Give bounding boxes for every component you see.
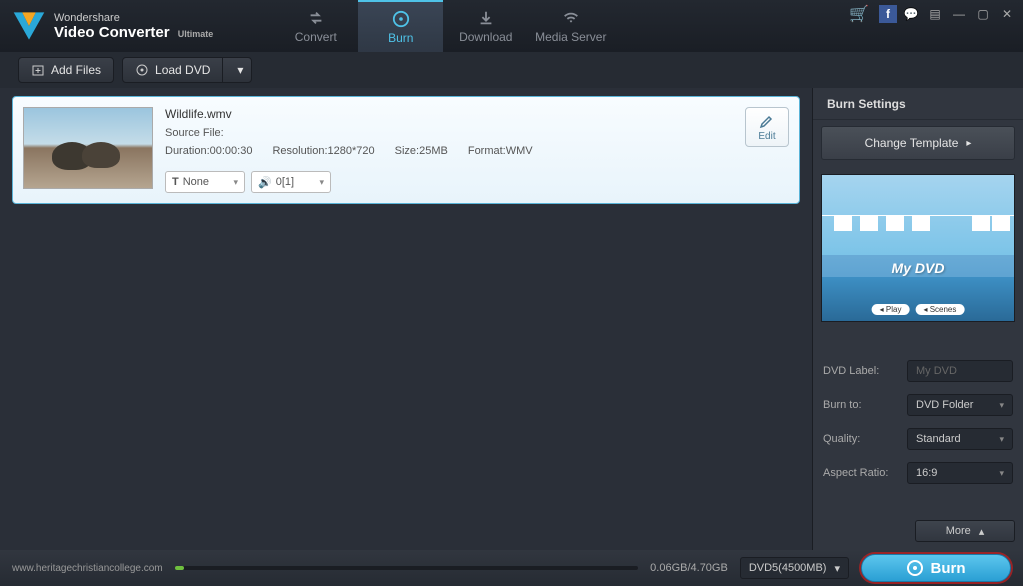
content-area: Wildlife.wmv Source File: Duration:00:00… xyxy=(0,88,1023,550)
load-dvd-dropdown[interactable]: ▾ xyxy=(229,58,251,82)
edit-icon xyxy=(759,113,775,129)
load-dvd-label: Load DVD xyxy=(155,63,210,77)
subtitle-value: None xyxy=(183,176,234,188)
edit-label: Edit xyxy=(758,131,775,142)
source-file-label: Source File: xyxy=(165,127,224,139)
aspect-ratio-label: Aspect Ratio: xyxy=(823,467,899,479)
tab-convert[interactable]: Convert xyxy=(273,0,358,52)
resolution-label: Resolution: xyxy=(272,145,327,157)
file-name: Wildlife.wmv xyxy=(165,107,733,121)
preview-play-label: ◂ Play xyxy=(872,304,910,315)
burn-to-select[interactable]: DVD Folder▾ xyxy=(907,394,1013,416)
brand-product: Video Converter xyxy=(54,24,170,41)
logo: Wondershare Video Converter Ultimate xyxy=(0,9,213,43)
quality-label: Quality: xyxy=(823,433,899,445)
window-controls: 🛒 f 💬 ▤ — ▢ ✕ xyxy=(849,4,1017,24)
dvd-label-label: DVD Label: xyxy=(823,365,899,377)
burn-icon xyxy=(392,10,410,28)
load-dvd-button[interactable]: Load DVD ▾ xyxy=(122,57,252,83)
file-info: Wildlife.wmv Source File: Duration:00:00… xyxy=(165,107,733,193)
load-dvd-icon xyxy=(135,63,149,77)
titlebar: Wondershare Video Converter Ultimate Con… xyxy=(0,0,1023,52)
tab-media-server[interactable]: Media Server xyxy=(528,0,613,52)
file-card[interactable]: Wildlife.wmv Source File: Duration:00:00… xyxy=(12,96,800,204)
burn-button[interactable]: Burn xyxy=(861,554,1011,582)
burn-to-label: Burn to: xyxy=(823,399,899,411)
subtitle-select[interactable]: T None ▾ xyxy=(165,171,245,193)
disc-usage-bar xyxy=(175,566,639,570)
add-files-label: Add Files xyxy=(51,63,101,77)
logo-icon xyxy=(12,9,46,43)
chevron-down-icon: ▾ xyxy=(319,177,324,188)
tab-convert-label: Convert xyxy=(295,30,337,44)
speaker-icon: 🔊 xyxy=(258,176,272,189)
size-value: 25MB xyxy=(419,145,448,157)
dvd-template-preview[interactable]: My DVD ◂ Play ◂ Scenes xyxy=(821,174,1015,322)
duration-label: Duration: xyxy=(165,145,210,157)
tab-media-server-label: Media Server xyxy=(535,30,606,44)
chevron-up-icon: ▴ xyxy=(979,525,985,538)
audio-select[interactable]: 🔊 0[1] ▾ xyxy=(251,171,331,193)
convert-icon xyxy=(307,9,325,27)
wifi-icon xyxy=(562,9,580,27)
main-tabs: Convert Burn Download Media Server xyxy=(273,0,613,52)
tab-burn[interactable]: Burn xyxy=(358,0,443,52)
burn-settings-header: Burn Settings xyxy=(813,88,1023,120)
facebook-icon[interactable]: f xyxy=(879,5,897,23)
side-panel: Burn Settings Change Template ▸ My DVD ◂… xyxy=(812,88,1023,550)
feedback-icon[interactable]: 💬 xyxy=(901,4,921,24)
close-button[interactable]: ✕ xyxy=(997,4,1017,24)
more-button[interactable]: More ▴ xyxy=(915,520,1015,542)
burn-button-label: Burn xyxy=(931,560,966,577)
chevron-down-icon: ▾ xyxy=(999,468,1004,479)
disc-icon xyxy=(907,560,923,576)
tab-download[interactable]: Download xyxy=(443,0,528,52)
add-files-button[interactable]: Add Files xyxy=(18,57,114,83)
preview-scenes-label: ◂ Scenes xyxy=(915,304,964,315)
brand-text: Wondershare Video Converter Ultimate xyxy=(54,12,213,41)
chevron-down-icon: ▾ xyxy=(834,562,840,575)
disc-type-select[interactable]: DVD5(4500MB) ▾ xyxy=(740,557,849,579)
cart-icon[interactable]: 🛒 xyxy=(849,4,869,24)
duration-value: 00:00:30 xyxy=(210,145,253,157)
tab-download-label: Download xyxy=(459,30,512,44)
main-panel: Wildlife.wmv Source File: Duration:00:00… xyxy=(0,88,812,550)
chevron-down-icon: ▾ xyxy=(999,400,1004,411)
format-value: WMV xyxy=(506,145,533,157)
tab-burn-label: Burn xyxy=(388,31,413,45)
change-template-label: Change Template xyxy=(865,136,959,150)
menu-icon[interactable]: ▤ xyxy=(925,4,945,24)
more-label: More xyxy=(946,525,971,537)
audio-value: 0[1] xyxy=(276,176,320,188)
file-thumbnail[interactable] xyxy=(23,107,153,189)
maximize-button[interactable]: ▢ xyxy=(973,4,993,24)
minimize-button[interactable]: — xyxy=(949,4,969,24)
download-icon xyxy=(477,9,495,27)
resolution-value: 1280*720 xyxy=(328,145,375,157)
change-template-button[interactable]: Change Template ▸ xyxy=(821,126,1015,160)
brand-company: Wondershare xyxy=(54,12,213,24)
status-url: www.heritagechristiancollege.com xyxy=(12,563,163,574)
quality-select[interactable]: Standard▾ xyxy=(907,428,1013,450)
settings-grid: DVD Label: My DVD Burn to: DVD Folder▾ Q… xyxy=(813,350,1023,494)
chevron-down-icon: ▾ xyxy=(999,434,1004,445)
chevron-down-icon: ▾ xyxy=(233,177,238,188)
add-files-icon xyxy=(31,63,45,77)
brand-edition: Ultimate xyxy=(178,29,214,39)
dvd-label-input[interactable]: My DVD xyxy=(907,360,1013,382)
format-label: Format: xyxy=(468,145,506,157)
edit-button[interactable]: Edit xyxy=(745,107,789,147)
size-label: Size: xyxy=(395,145,419,157)
disc-usage-text: 0.06GB/4.70GB xyxy=(650,562,728,574)
aspect-ratio-select[interactable]: 16:9▾ xyxy=(907,462,1013,484)
toolbar: Add Files Load DVD ▾ xyxy=(0,52,1023,88)
dvd-preview-title: My DVD xyxy=(892,260,945,276)
statusbar: www.heritagechristiancollege.com 0.06GB/… xyxy=(0,550,1023,586)
chevron-right-icon: ▸ xyxy=(966,138,971,149)
text-icon: T xyxy=(172,176,179,188)
